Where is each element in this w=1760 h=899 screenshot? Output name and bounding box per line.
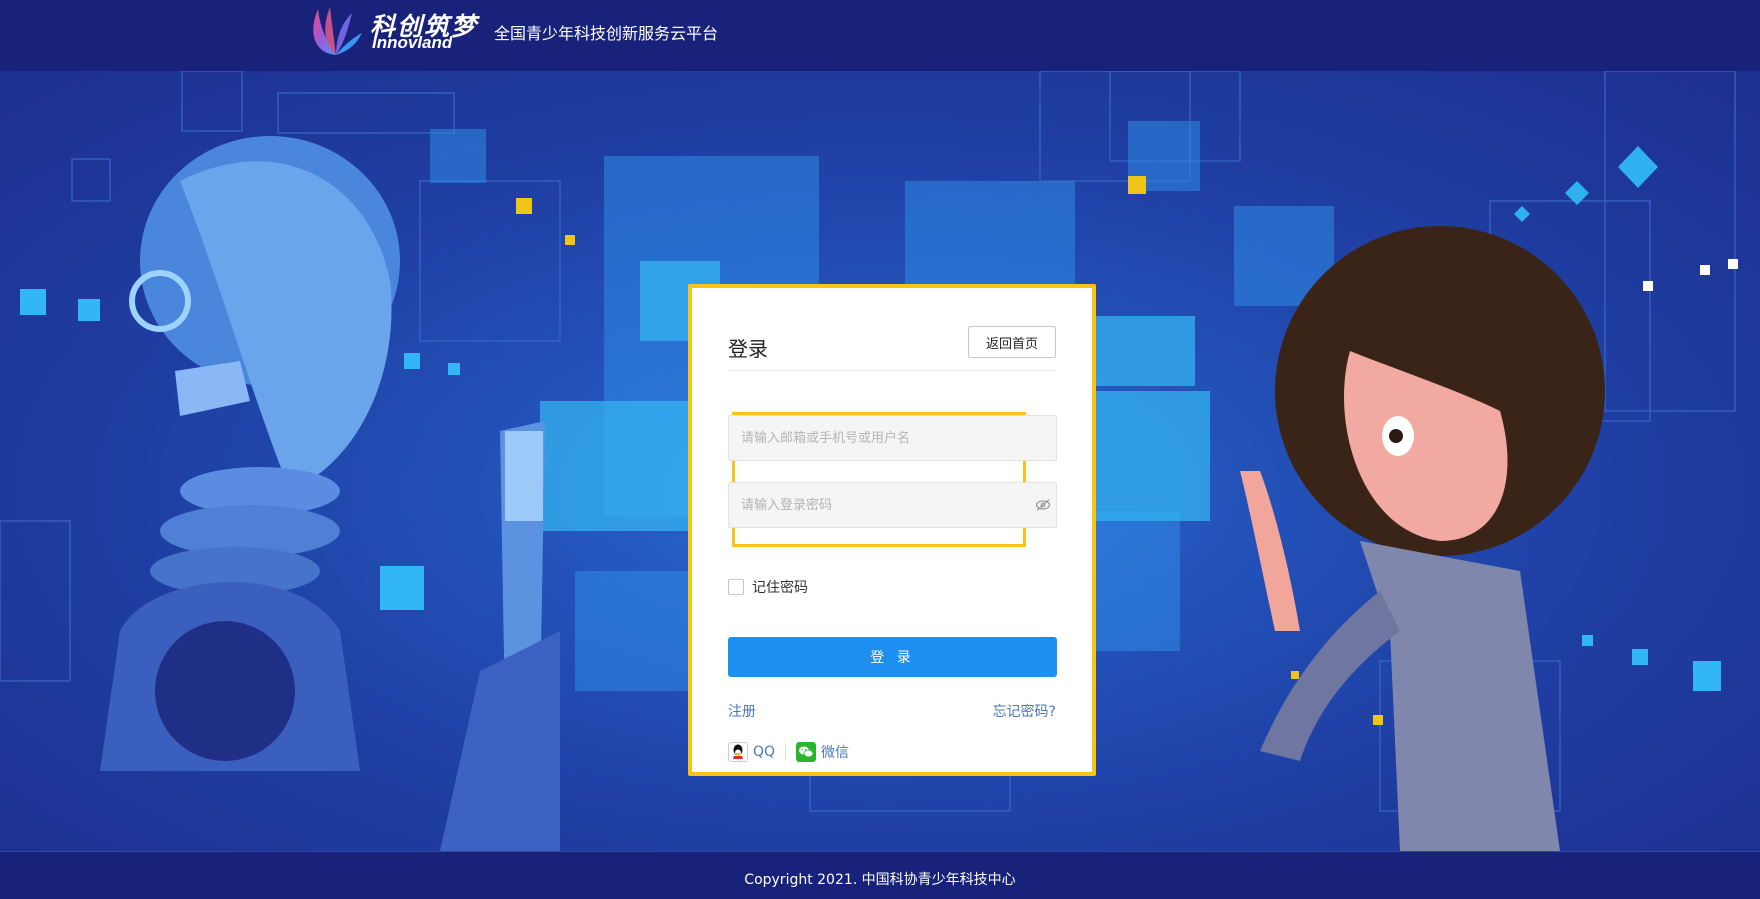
forgot-password-link[interactable]: 忘记密码? bbox=[993, 701, 1056, 721]
top-header: 科创筑梦 Innovland 全国青少年科技创新服务云平台 bbox=[0, 0, 1760, 71]
logo-wing-icon bbox=[313, 7, 362, 55]
remember-label: 记住密码 bbox=[752, 580, 808, 596]
login-button[interactable]: 登 录 bbox=[728, 637, 1057, 677]
qq-label: QQ bbox=[753, 744, 776, 760]
social-divider bbox=[785, 743, 787, 761]
password-input[interactable] bbox=[729, 483, 1056, 527]
footer: Copyright 2021. 中国科协青少年科技中心 bbox=[0, 851, 1760, 899]
robot-illustration bbox=[100, 136, 560, 851]
register-link[interactable]: 注册 bbox=[728, 701, 756, 721]
password-field[interactable] bbox=[728, 482, 1057, 528]
login-title: 登录 bbox=[728, 337, 768, 361]
login-card-header: 登录 返回首页 bbox=[728, 326, 1056, 371]
wechat-label: 微信 bbox=[821, 745, 850, 761]
wechat-login[interactable]: 微信 bbox=[796, 742, 849, 762]
eye-off-icon[interactable] bbox=[1035, 498, 1051, 512]
platform-title: 全国青少年科技创新服务云平台 bbox=[494, 24, 719, 43]
qq-icon bbox=[728, 742, 748, 762]
social-login: QQ 微信 bbox=[728, 741, 849, 763]
boy-illustration bbox=[1240, 226, 1605, 851]
qq-login[interactable]: QQ bbox=[728, 742, 775, 762]
remember-checkbox[interactable] bbox=[728, 579, 744, 595]
login-card: 登录 返回首页 记住密码 登 录 注册 忘记密码? bbox=[688, 284, 1096, 776]
logo-text-en: Innovland bbox=[372, 33, 453, 52]
remember-password[interactable]: 记住密码 bbox=[728, 577, 808, 597]
copyright-text: Copyright 2021. 中国科协青少年科技中心 bbox=[744, 872, 1016, 888]
logo[interactable]: 科创筑梦 Innovland bbox=[306, 3, 481, 59]
username-input[interactable] bbox=[729, 416, 1056, 460]
hero-background: 登录 返回首页 记住密码 登 录 注册 忘记密码? bbox=[0, 71, 1760, 851]
back-home-button[interactable]: 返回首页 bbox=[968, 326, 1056, 358]
username-field[interactable] bbox=[728, 415, 1057, 461]
wechat-icon bbox=[796, 742, 817, 762]
